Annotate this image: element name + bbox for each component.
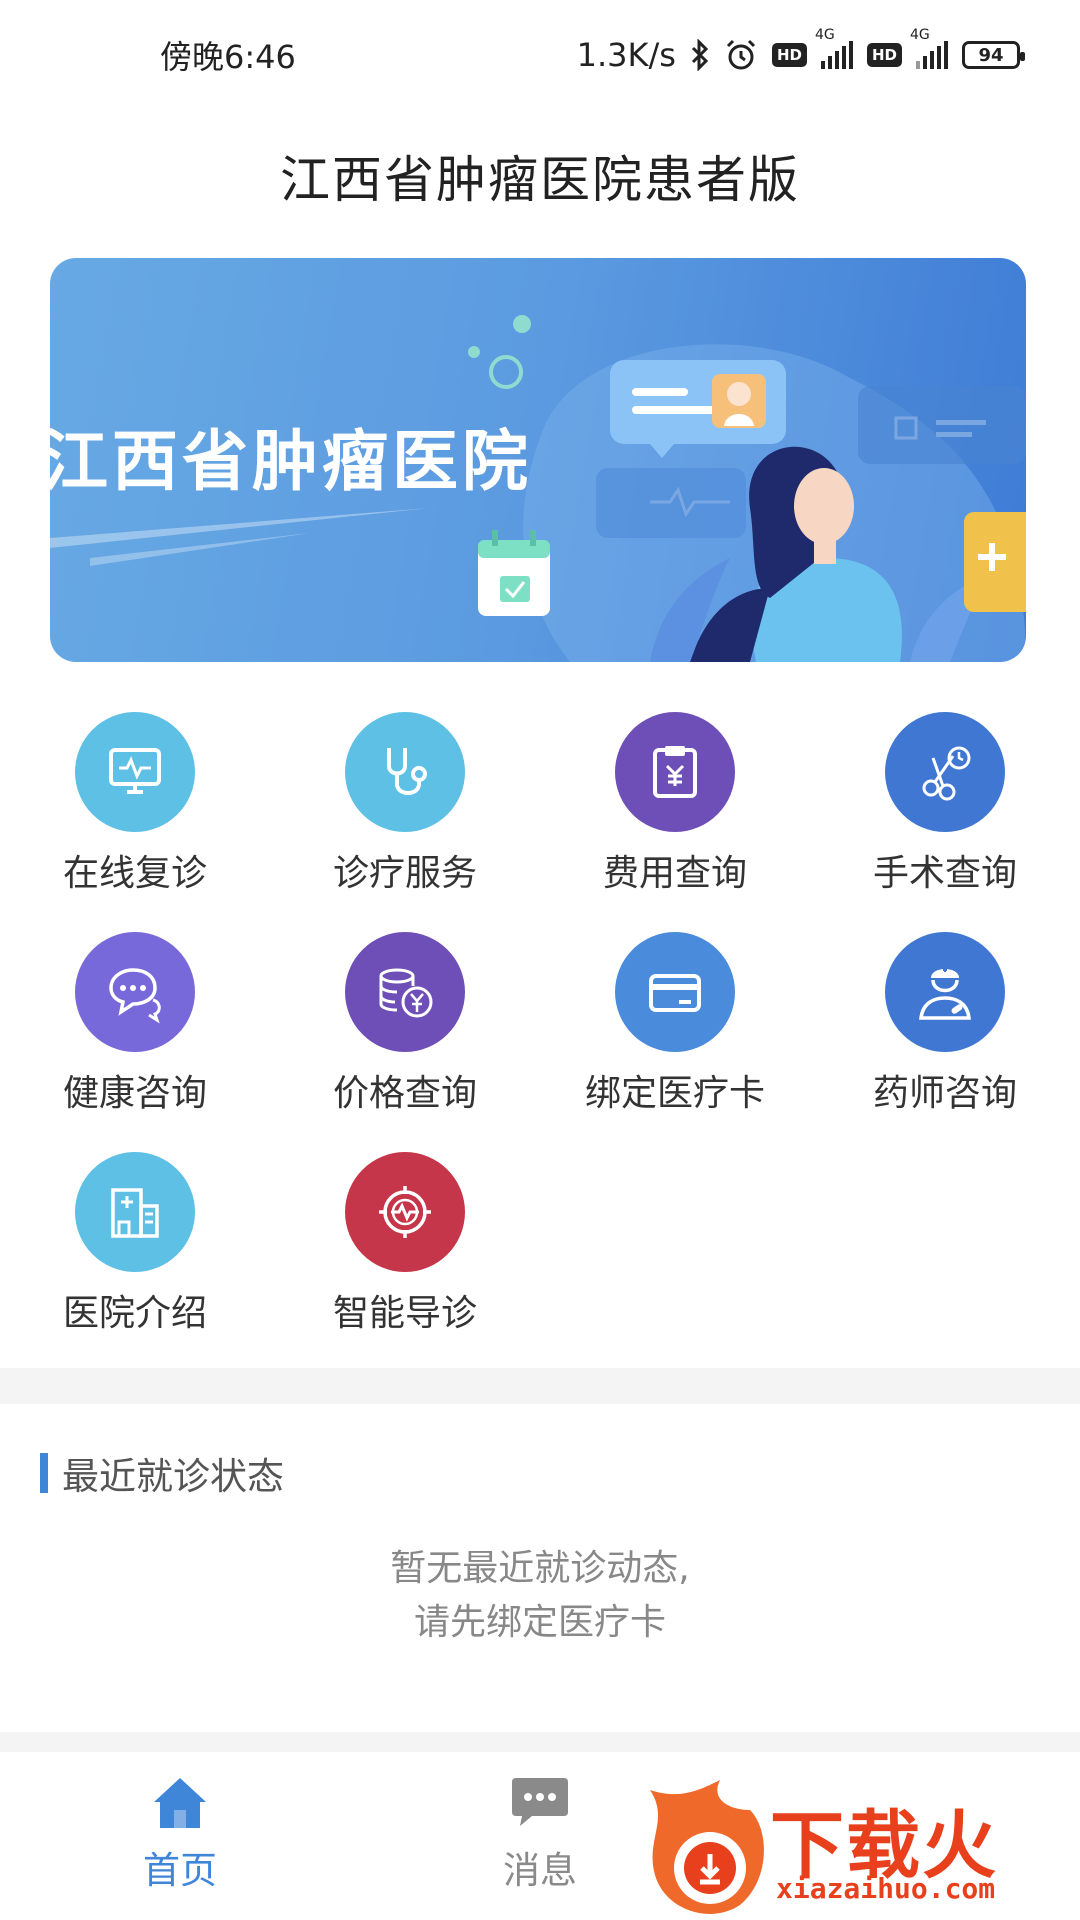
scissors-clock-icon (885, 712, 1005, 832)
message-icon (510, 1774, 570, 1834)
status-bar: 傍晚6:46 1.3K/s HD 4G HD 4G 94 (0, 0, 1080, 110)
nav-messages-label: 消息 (503, 1849, 577, 1892)
clipboard-yen-icon (615, 712, 735, 832)
hd-badge: HD (771, 43, 807, 67)
watermark-url: xiazaihuo.com (776, 1872, 996, 1905)
nav-home-label: 首页 (143, 1849, 217, 1892)
empty-state-line1: 暂无最近就诊动态, (390, 1548, 690, 1589)
nav-home[interactable]: 首页 (80, 1774, 280, 1894)
signal-icon-2: 4G (910, 27, 948, 69)
function-grid: 在线复诊 诊疗服务 费用查询 手术查询 健康咨询 价格查询 绑定医疗卡 药师咨询… (0, 712, 1080, 1336)
target-pulse-icon (345, 1152, 465, 1272)
chat-bubbles-icon (75, 932, 195, 1052)
grid-label: 健康咨询 (62, 1073, 207, 1114)
section-divider (0, 1368, 1080, 1404)
section-accent-bar (40, 1453, 48, 1493)
grid-label: 费用查询 (602, 853, 747, 894)
nav-messages[interactable]: 消息 (440, 1774, 640, 1894)
coins-yen-icon (345, 932, 465, 1052)
empty-state-message: 暂无最近就诊动态, 请先绑定医疗卡 (0, 1542, 1080, 1650)
battery-icon: 94 (962, 41, 1025, 69)
bottom-divider (0, 1732, 1080, 1752)
hd-badge-2: HD (866, 43, 902, 67)
grid-item-bind-card[interactable]: 绑定医疗卡 (540, 932, 810, 1116)
hero-banner[interactable]: 江西省肿瘤医院 (50, 258, 1026, 662)
grid-item-smart-triage[interactable]: 智能导诊 (270, 1152, 540, 1336)
flame-logo-icon (650, 1780, 764, 1914)
grid-label: 价格查询 (332, 1073, 477, 1114)
recent-visits-header: 最近就诊状态 (40, 1452, 284, 1498)
doctor-icon (885, 932, 1005, 1052)
grid-item-fee-query[interactable]: 费用查询 (540, 712, 810, 896)
card-icon (615, 932, 735, 1052)
banner-title: 江西省肿瘤医院 (50, 423, 532, 500)
grid-label: 在线复诊 (62, 853, 207, 894)
grid-label: 医院介绍 (62, 1293, 207, 1334)
grid-item-diagnosis-service[interactable]: 诊疗服务 (270, 712, 540, 896)
net-speed: 1.3K/s (576, 36, 676, 74)
grid-label: 智能导诊 (332, 1293, 477, 1334)
hospital-building-icon (75, 1152, 195, 1272)
grid-label: 诊疗服务 (332, 853, 477, 894)
status-icons: 1.3K/s HD 4G HD 4G 94 (576, 27, 1025, 74)
empty-state-line2: 请先绑定医疗卡 (413, 1602, 666, 1643)
signal-tag: 4G (814, 27, 835, 43)
grid-label: 药师咨询 (872, 1073, 1017, 1114)
home-icon (150, 1774, 210, 1834)
section-title: 最近就诊状态 (62, 1455, 284, 1498)
monitor-pulse-icon (75, 712, 195, 832)
bluetooth-icon (690, 39, 710, 71)
grid-item-hospital-intro[interactable]: 医院介绍 (0, 1152, 270, 1336)
grid-item-surgery-query[interactable]: 手术查询 (810, 712, 1080, 896)
grid-item-pharmacist-consult[interactable]: 药师咨询 (810, 932, 1080, 1116)
grid-label: 绑定医疗卡 (584, 1073, 765, 1114)
grid-item-health-consult[interactable]: 健康咨询 (0, 932, 270, 1116)
signal-tag-2: 4G (910, 27, 930, 43)
battery-level: 94 (978, 44, 1004, 66)
grid-label: 手术查询 (872, 853, 1017, 894)
grid-item-online-revisit[interactable]: 在线复诊 (0, 712, 270, 896)
status-time: 傍晚6:46 (160, 38, 296, 76)
grid-item-price-query[interactable]: 价格查询 (270, 932, 540, 1116)
page-title: 江西省肿瘤医院患者版 (280, 151, 800, 209)
alarm-icon (724, 38, 758, 72)
stethoscope-icon (345, 712, 465, 832)
watermark-logo: 下载火 xiazaihuo.com (640, 1780, 1080, 1920)
signal-icon: 4G (815, 27, 853, 69)
